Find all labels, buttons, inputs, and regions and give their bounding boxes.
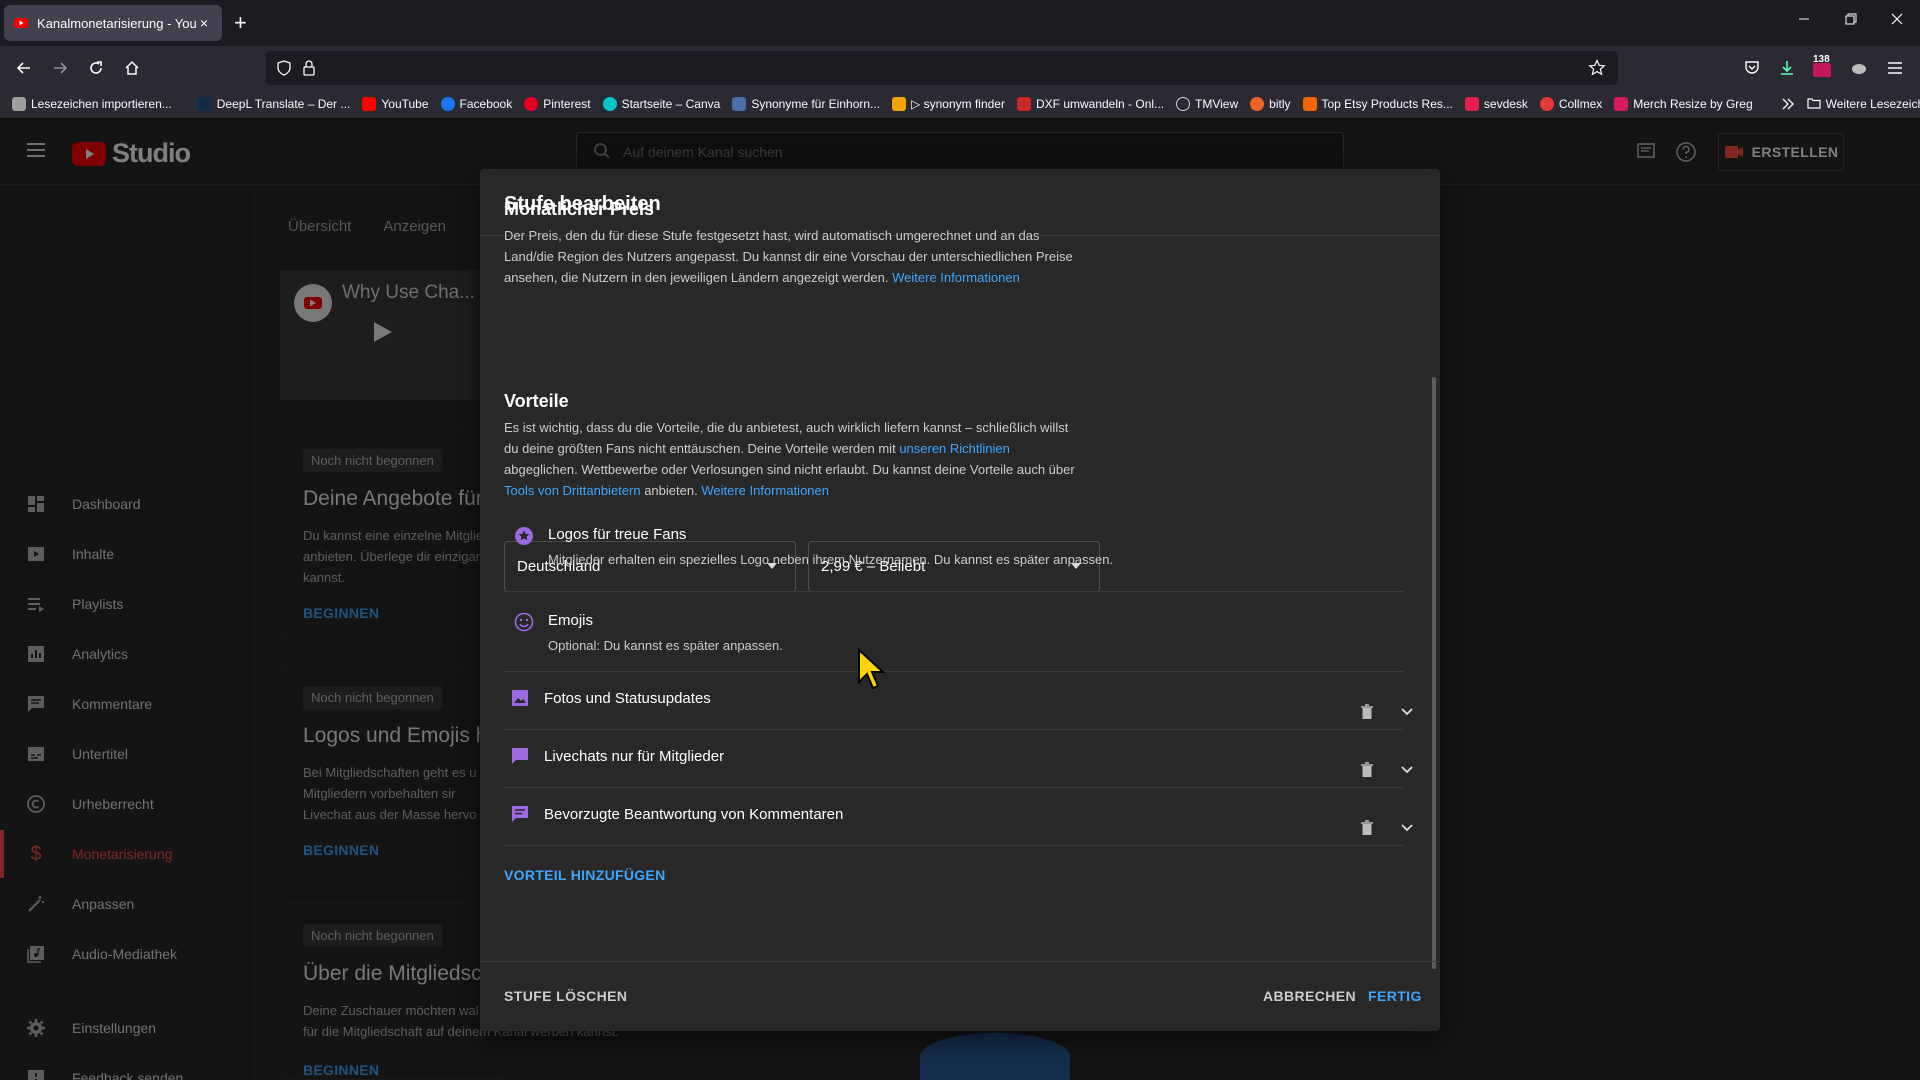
mouse-cursor-icon <box>857 647 887 697</box>
bookmark-favicon-icon <box>1016 97 1031 111</box>
other-bookmarks-folder[interactable]: Weitere Lesezeichen <box>1807 97 1920 112</box>
chevron-down-icon[interactable] <box>1397 760 1417 780</box>
extension-badge-icon[interactable]: 138 <box>1810 54 1834 80</box>
back-icon[interactable] <box>12 56 36 80</box>
youtube-icon <box>362 97 377 111</box>
trash-icon[interactable] <box>1357 702 1377 722</box>
bookmark-favicon-icon <box>1464 97 1479 111</box>
perk-title: Fotos und Statusupdates <box>544 690 711 707</box>
perk-item-member-live-chat[interactable]: Livechats nur für Mitglieder <box>504 730 1413 788</box>
bookmark-item[interactable]: Merch Resize by Greg <box>1614 97 1753 111</box>
canva-icon <box>602 97 617 111</box>
image-icon <box>510 688 530 708</box>
close-tab-icon[interactable]: × <box>196 15 212 31</box>
bookmark-favicon-icon <box>1302 97 1317 111</box>
chevron-down-icon[interactable] <box>1397 818 1417 838</box>
browser-tab-bar: Kanalmonetarisierung - YouTube × + <box>0 0 1920 46</box>
delete-tier-button[interactable]: STUFE LÖSCHEN <box>504 988 627 1004</box>
bookmark-item[interactable]: Synonyme für Einhorn... <box>732 97 880 111</box>
bookmark-item[interactable]: Collmex <box>1539 97 1602 111</box>
reload-icon[interactable] <box>84 56 108 80</box>
bookmark-favicon-icon <box>197 97 212 111</box>
badge-star-icon <box>514 526 534 546</box>
dialog-body: Monatlicher Preis Der Preis, den du für … <box>480 199 1440 961</box>
forward-icon[interactable] <box>48 56 72 80</box>
chat-icon <box>510 746 530 766</box>
more-info-link[interactable]: Weitere Informationen <box>701 483 829 498</box>
bookmark-item[interactable]: ▷ synonym finder <box>892 97 1005 111</box>
edit-tier-dialog: Stufe bearbeiten Monatlicher Preis Der P… <box>480 169 1440 1031</box>
browser-tab[interactable]: Kanalmonetarisierung - YouTube × <box>4 5 222 41</box>
perk-description: Optional: Du kannst es später anpassen. <box>548 638 783 653</box>
bookmark-item[interactable]: DeepL Translate – Der ... <box>197 97 350 111</box>
globe-icon <box>1176 97 1191 111</box>
bookmark-favicon-icon <box>1614 97 1629 111</box>
trash-icon[interactable] <box>1357 818 1377 838</box>
folder-icon <box>1807 97 1821 112</box>
browser-navigation-bar: 138 <box>0 46 1920 90</box>
bookmark-item[interactable]: sevdesk <box>1464 97 1528 111</box>
url-bar[interactable] <box>266 51 1618 85</box>
perk-description: Mitglieder erhalten ein spezielles Logo … <box>548 552 1114 567</box>
bookmarks-bar: Lesezeichen importieren... DeepL Transla… <box>0 90 1920 118</box>
more-bookmarks-chevron-icon[interactable] <box>1781 98 1795 110</box>
guidelines-link[interactable]: unseren Richtlinien <box>899 441 1010 456</box>
bitly-icon <box>1250 97 1265 111</box>
home-icon[interactable] <box>120 56 144 80</box>
bookmark-item[interactable]: DXF umwandeln - Onl... <box>1016 97 1164 111</box>
bookmark-favicon-icon <box>892 97 907 111</box>
perk-item-priority-replies[interactable]: Bevorzugte Beantwortung von Kommentaren <box>504 788 1413 846</box>
bookmark-item[interactable]: bitly <box>1250 97 1291 111</box>
youtube-favicon-icon <box>14 16 28 30</box>
perk-item-emojis[interactable]: Emojis Optional: Du kannst es später anp… <box>504 592 1404 672</box>
bookmark-item[interactable]: Top Etsy Products Res... <box>1302 97 1453 111</box>
extension-icon[interactable] <box>1847 56 1871 80</box>
bookmark-item[interactable]: Lesezeichen importieren... <box>12 97 172 111</box>
bookmark-favicon-icon <box>12 97 26 111</box>
pocket-icon[interactable] <box>1740 56 1764 80</box>
close-window-icon[interactable] <box>1891 12 1903 29</box>
perks-description: Es ist wichtig, dass du die Vorteile, di… <box>504 420 1075 498</box>
perk-title: Bevorzugte Beantwortung von Kommentaren <box>544 806 844 823</box>
restore-icon[interactable] <box>1845 12 1857 29</box>
bookmark-item[interactable]: Startseite – Canva <box>602 97 720 111</box>
perk-item-photos-updates[interactable]: Fotos und Statusupdates <box>504 672 1413 730</box>
bookmark-favicon-icon <box>732 97 747 111</box>
shield-icon[interactable] <box>276 60 292 81</box>
lock-icon[interactable] <box>302 60 316 81</box>
more-info-link[interactable]: Weitere Informationen <box>892 270 1020 285</box>
download-icon[interactable] <box>1775 56 1799 80</box>
bookmark-item[interactable]: YouTube <box>362 97 429 111</box>
facebook-icon <box>440 97 455 111</box>
pinterest-icon <box>524 97 539 111</box>
perk-title: Emojis <box>548 612 594 629</box>
minimize-icon[interactable] <box>1798 12 1810 29</box>
menu-icon[interactable] <box>1883 56 1907 80</box>
download-count-badge: 138 <box>1813 54 1830 65</box>
done-button[interactable]: FERTIG <box>1368 988 1422 1004</box>
third-party-tools-link[interactable]: Tools von Drittanbietern <box>504 483 641 498</box>
dialog-scrollbar[interactable] <box>1432 377 1436 969</box>
trash-icon[interactable] <box>1357 760 1377 780</box>
browser-tab-title: Kanalmonetarisierung - YouTube <box>37 15 196 31</box>
add-perk-button[interactable]: VORTEIL HINZUFÜGEN <box>504 867 665 883</box>
chevron-down-icon[interactable] <box>1397 702 1417 722</box>
emoji-icon <box>514 612 534 632</box>
perk-title: Logos für treue Fans <box>548 526 687 543</box>
cancel-button[interactable]: ABBRECHEN <box>1263 988 1356 1004</box>
perks-heading: Vorteile <box>504 391 569 411</box>
monthly-price-description: Der Preis, den du für diese Stufe festge… <box>504 228 1073 285</box>
dialog-footer: STUFE LÖSCHEN ABBRECHEN FERTIG <box>480 961 1440 1031</box>
bookmark-star-icon[interactable] <box>1588 59 1606 82</box>
bookmark-item[interactable]: TMView <box>1176 97 1238 111</box>
perk-title: Livechats nur für Mitglieder <box>544 748 725 765</box>
comment-icon <box>510 804 530 824</box>
bookmark-item[interactable]: Pinterest <box>524 97 591 111</box>
bookmark-item[interactable]: Facebook <box>440 97 512 111</box>
perk-item-loyalty-badges[interactable]: Logos für treue Fans Mitglieder erhalten… <box>504 512 1404 592</box>
new-tab-button[interactable]: + <box>234 12 247 34</box>
monthly-price-heading: Monatlicher Preis <box>504 199 655 219</box>
bookmark-favicon-icon <box>1539 97 1554 111</box>
